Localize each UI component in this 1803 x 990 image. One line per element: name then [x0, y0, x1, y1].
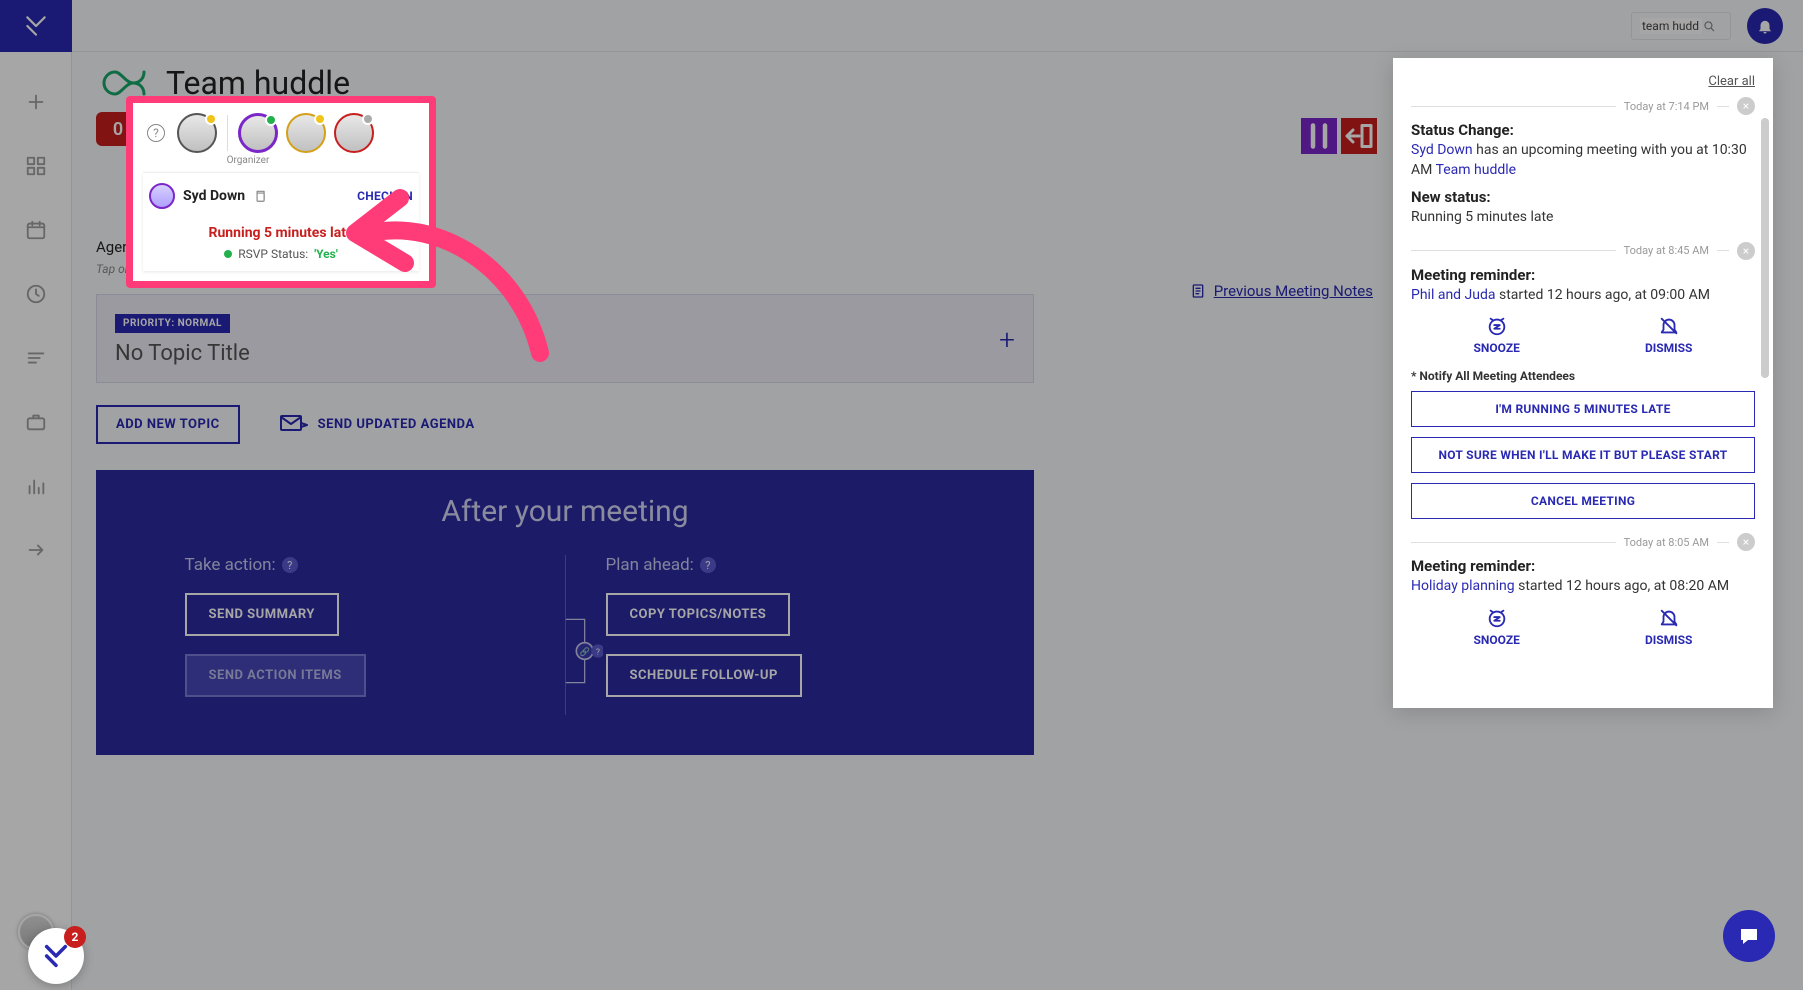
take-action-label: Take action:? [185, 555, 525, 575]
dismiss-button[interactable]: DISMISS [1645, 607, 1693, 647]
attendee-avatar[interactable] [334, 113, 374, 153]
briefcase-icon[interactable] [22, 408, 50, 436]
app-logo[interactable] [0, 0, 72, 52]
scrollbar[interactable] [1761, 118, 1769, 378]
sidebar [0, 0, 72, 990]
help-icon[interactable]: ? [147, 124, 165, 142]
chat-fab[interactable] [1723, 910, 1775, 962]
schedule-followup-button[interactable]: SCHEDULE FOLLOW-UP [606, 654, 802, 697]
arrow-right-icon[interactable] [22, 536, 50, 564]
search-input[interactable] [1640, 18, 1702, 34]
add-topic-button[interactable]: ADD NEW TOPIC [96, 405, 240, 444]
grid-icon[interactable] [22, 152, 50, 180]
svg-text:?: ? [596, 647, 600, 657]
meeting-link[interactable]: Phil and Juda [1411, 287, 1496, 303]
search-icon [1702, 19, 1716, 33]
notifications-bell[interactable] [1747, 8, 1783, 44]
end-button[interactable] [1341, 118, 1377, 154]
dismiss-icon[interactable]: × [1737, 533, 1755, 551]
attendee-avatar-small [149, 183, 175, 209]
copy-topics-button[interactable]: COPY TOPICS/NOTES [606, 593, 791, 636]
connector-icon: 🔗? [563, 601, 603, 701]
helper-badge: 2 [64, 926, 86, 948]
send-icon [280, 415, 308, 435]
late-status: Running 5 minutes late [149, 225, 413, 241]
after-heading: After your meeting [96, 494, 1034, 529]
snooze-button[interactable]: SNOOZE [1474, 607, 1520, 647]
time-divider: Today at 8:05 AM [1624, 536, 1709, 549]
dismiss-button[interactable]: DISMISS [1645, 315, 1693, 355]
priority-tag: PRIORITY: NORMAL [115, 314, 230, 333]
notify-attendees-label: * Notify All Meeting Attendees [1411, 369, 1755, 383]
running-late-button[interactable]: I'M RUNNING 5 MINUTES LATE [1411, 391, 1755, 427]
help-icon[interactable]: ? [700, 557, 716, 573]
time-divider: Today at 8:45 AM [1624, 244, 1709, 257]
after-meeting-panel: After your meeting Take action:? SEND SU… [96, 470, 1034, 755]
notifications-panel: Clear all Today at 7:14 PM × Status Chang… [1393, 58, 1773, 708]
plus-icon[interactable] [22, 88, 50, 116]
topbar [72, 0, 1803, 52]
previous-notes-link[interactable]: Previous Meeting Notes [1190, 282, 1373, 300]
helper-fab[interactable]: 2 [28, 928, 84, 984]
send-agenda-link[interactable]: SEND UPDATED AGENDA [280, 415, 475, 435]
cancel-meeting-button[interactable]: CANCEL MEETING [1411, 483, 1755, 519]
please-start-button[interactable]: NOT SURE WHEN I'LL MAKE IT BUT PLEASE ST… [1411, 437, 1755, 473]
copy-icon[interactable] [253, 189, 267, 203]
topic-title: No Topic Title [115, 341, 1015, 366]
meeting-link[interactable]: Team huddle [1436, 162, 1517, 178]
snooze-button[interactable]: SNOOZE [1474, 315, 1520, 355]
calendar-icon[interactable] [22, 216, 50, 244]
checkin-link[interactable]: CHECK IN [357, 189, 413, 203]
attendee-avatar[interactable] [238, 113, 278, 153]
meeting-link[interactable]: Holiday planning [1411, 578, 1515, 594]
help-icon[interactable]: ? [282, 557, 298, 573]
person-link[interactable]: Syd Down [1411, 142, 1473, 158]
pause-button[interactable] [1301, 118, 1337, 154]
rsvp-status: RSVP Status: 'Yes' [149, 247, 413, 261]
clear-all-link[interactable]: Clear all [1411, 74, 1755, 89]
topic-card[interactable]: PRIORITY: NORMAL No Topic Title + [96, 294, 1034, 383]
bars-icon[interactable] [22, 472, 50, 500]
notification-item: Status Change: Syd Down has an upcoming … [1411, 121, 1755, 228]
send-action-items-button[interactable]: SEND ACTION ITEMS [185, 654, 366, 697]
send-summary-button[interactable]: SEND SUMMARY [185, 593, 339, 636]
search-field[interactable] [1631, 12, 1731, 40]
attendee-avatar[interactable] [177, 113, 217, 153]
status-dot-icon [224, 250, 232, 258]
notes-icon [1190, 282, 1206, 300]
attendee-popover: ? Organizer Syd Down CHECK IN Running 5 … [126, 96, 436, 288]
organizer-label: Organizer [223, 155, 273, 166]
attendee-avatar[interactable] [286, 113, 326, 153]
clock-icon[interactable] [22, 280, 50, 308]
dismiss-icon[interactable]: × [1737, 97, 1755, 115]
notification-item: Meeting reminder: Holiday planning start… [1411, 557, 1755, 647]
plan-ahead-label: Plan ahead:? [606, 555, 946, 575]
svg-text:🔗: 🔗 [579, 646, 590, 657]
time-divider: Today at 7:14 PM [1624, 100, 1709, 113]
attendee-name: Syd Down [183, 188, 245, 204]
notification-item: Meeting reminder: Phil and Juda started … [1411, 266, 1755, 520]
dismiss-icon[interactable]: × [1737, 242, 1755, 260]
add-icon[interactable]: + [999, 323, 1015, 356]
list-icon[interactable] [22, 344, 50, 372]
